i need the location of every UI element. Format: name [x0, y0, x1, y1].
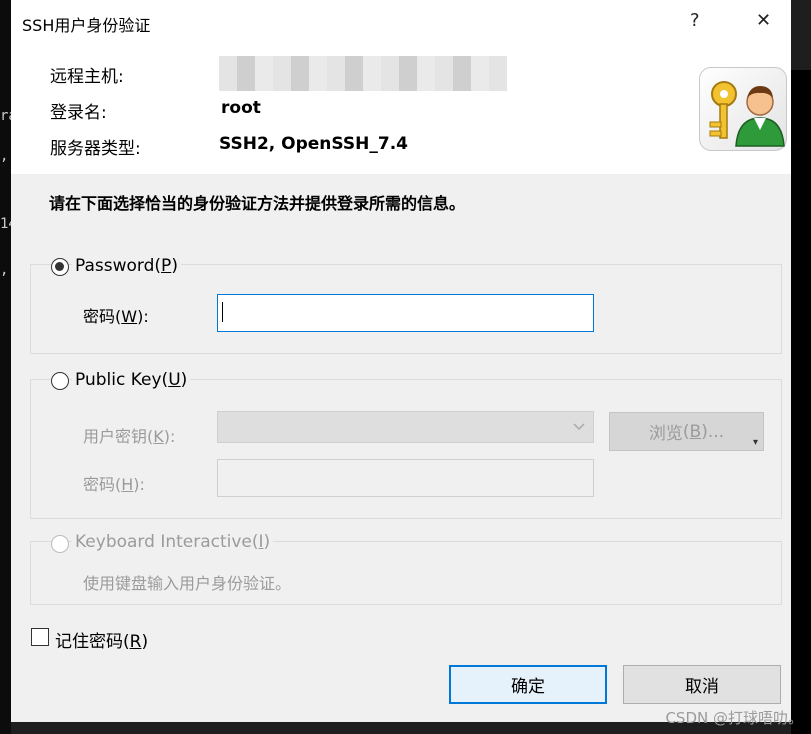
remember-password-checkbox[interactable]	[31, 628, 49, 646]
key-password-label: 密码(H):	[83, 475, 145, 494]
text-caret	[222, 302, 223, 322]
publickey-radio-label[interactable]: Public Key(U)	[72, 370, 191, 390]
login-name-value: root	[221, 98, 261, 118]
remote-host-value-blurred	[219, 56, 507, 91]
terminal-text: ,	[0, 148, 9, 164]
ssh-auth-dialog: SSH用户身份验证 ? ✕ 远程主机: 登录名: root 服务器类型: SSH…	[11, 0, 791, 722]
password-radio[interactable]	[51, 258, 69, 276]
server-type-label: 服务器类型:	[50, 139, 141, 159]
ok-button[interactable]: 确定	[449, 665, 607, 704]
terminal-text: 14	[0, 216, 11, 232]
password-radio-label[interactable]: Password(P)	[72, 256, 181, 276]
background-terminal: ra , 14 ,	[0, 0, 11, 734]
keyboard-description: 使用键盘输入用户身份验证。	[83, 574, 292, 593]
dropdown-arrow-icon: ▾	[752, 437, 758, 448]
chevron-down-icon	[573, 423, 585, 431]
help-button[interactable]: ?	[690, 10, 700, 31]
instruction-text: 请在下面选择恰当的身份验证方法并提供登录所需的信息。	[49, 194, 466, 213]
user-key-label: 用户密钥(K):	[83, 427, 176, 446]
password-input[interactable]	[217, 294, 594, 332]
key-user-icon	[699, 67, 787, 151]
remember-password-label[interactable]: 记住密码(R)	[55, 627, 148, 652]
cancel-button[interactable]: 取消	[623, 665, 781, 704]
close-button[interactable]: ✕	[756, 10, 771, 31]
terminal-text: ,	[0, 262, 9, 278]
password-label: 密码(W):	[83, 307, 149, 326]
remote-host-label: 远程主机:	[50, 67, 124, 87]
keyboard-radio[interactable]	[51, 535, 69, 553]
login-name-label: 登录名:	[50, 103, 107, 123]
watermark: CSDN @打球唔叻。	[665, 709, 803, 727]
browse-button[interactable]: 浏览(B)... ▾	[609, 412, 764, 451]
title-bar: SSH用户身份验证 ? ✕	[11, 0, 791, 44]
user-key-select[interactable]	[217, 411, 594, 443]
keyboard-radio-label[interactable]: Keyboard Interactive(I)	[72, 532, 274, 552]
background-terminal-right	[791, 70, 811, 734]
key-password-input[interactable]	[217, 459, 594, 497]
publickey-radio[interactable]	[51, 372, 69, 390]
server-type-value: SSH2, OpenSSH_7.4	[219, 134, 408, 154]
terminal-text: ra	[0, 108, 11, 124]
window-title: SSH用户身份验证	[22, 16, 151, 35]
connection-info: 远程主机: 登录名: root 服务器类型: SSH2, OpenSSH_7.4	[11, 44, 791, 174]
